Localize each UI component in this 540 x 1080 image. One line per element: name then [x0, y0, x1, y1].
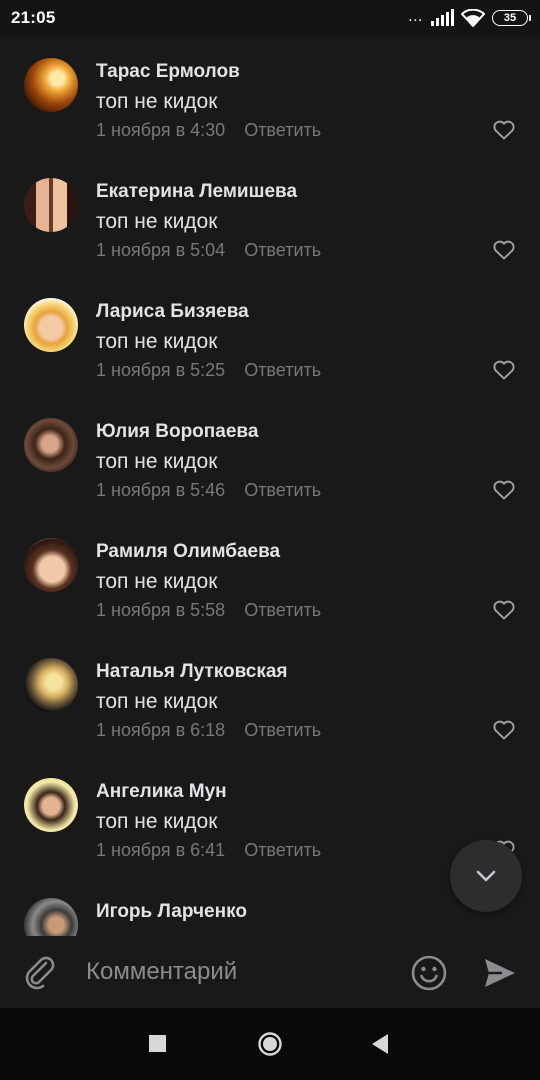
reply-button[interactable]: Ответить	[244, 240, 321, 261]
comment-meta: 1 ноября в 5:04 Ответить	[96, 240, 321, 261]
heart-icon[interactable]	[492, 718, 516, 742]
comment-author[interactable]: Игорь Ларченко	[96, 901, 247, 923]
comment-author[interactable]: Ангелика Мун	[96, 781, 227, 803]
comment-text: топ не кидок	[96, 570, 218, 593]
home-icon[interactable]	[256, 1031, 284, 1057]
comment-input[interactable]	[86, 952, 386, 992]
avatar[interactable]	[24, 178, 78, 232]
comment-author[interactable]: Наталья Лутковская	[96, 661, 288, 683]
comment-text: топ не кидок	[96, 210, 218, 233]
heart-icon[interactable]	[492, 118, 516, 142]
reply-button[interactable]: Ответить	[244, 360, 321, 381]
status-bar: 21:05 ... 35	[0, 0, 540, 36]
reply-button[interactable]: Ответить	[244, 720, 321, 741]
comment-meta: 1 ноября в 6:41 Ответить	[96, 840, 321, 861]
heart-icon[interactable]	[492, 598, 516, 622]
reply-button[interactable]: Ответить	[244, 840, 321, 861]
heart-icon[interactable]	[492, 478, 516, 502]
comment-date: 1 ноября в 4:30	[96, 120, 226, 140]
comment-text: топ не кидок	[96, 810, 218, 833]
comment-date: 1 ноября в 5:04	[96, 240, 226, 260]
status-icons: ... 35	[408, 8, 531, 27]
avatar[interactable]	[24, 778, 78, 832]
comment-meta: 1 ноября в 5:46 Ответить	[96, 480, 321, 501]
comment-item: Наталья Лутковская топ не кидок 1 ноября…	[0, 636, 540, 756]
send-icon[interactable]	[482, 955, 518, 991]
comment-text: топ не кидок	[96, 330, 218, 353]
comment-date: 1 ноября в 5:58	[96, 600, 226, 620]
comment-item: Юлия Воропаева топ не кидок 1 ноября в 5…	[0, 396, 540, 516]
avatar[interactable]	[24, 658, 78, 712]
comment-author[interactable]: Рамиля Олимбаева	[96, 541, 280, 563]
status-dots: ...	[408, 8, 423, 25]
comment-text: топ не кидок	[96, 690, 218, 713]
recent-apps-icon[interactable]	[148, 1031, 168, 1057]
comment-date: 1 ноября в 6:18	[96, 720, 226, 740]
comment-text: топ не кидок	[96, 90, 218, 113]
reply-button[interactable]: Ответить	[244, 480, 321, 501]
comment-item: Лариса Бизяева топ не кидок 1 ноября в 5…	[0, 276, 540, 396]
wifi-icon	[461, 9, 485, 27]
reply-button[interactable]: Ответить	[244, 600, 321, 621]
comment-date: 1 ноября в 5:25	[96, 360, 226, 380]
comment-text: топ не кидок	[96, 450, 218, 473]
battery-icon: 35	[492, 10, 531, 26]
comment-date: 1 ноября в 6:41	[96, 840, 226, 860]
heart-icon[interactable]	[492, 358, 516, 382]
avatar[interactable]	[24, 898, 78, 936]
smile-icon[interactable]	[410, 954, 448, 992]
comment-list[interactable]: Тарас Ермолов топ не кидок 1 ноября в 4:…	[0, 36, 540, 936]
comment-item: Рамиля Олимбаева топ не кидок 1 ноября в…	[0, 516, 540, 636]
back-icon[interactable]	[370, 1031, 390, 1057]
comment-author[interactable]: Тарас Ермолов	[96, 61, 240, 83]
heart-icon[interactable]	[492, 238, 516, 262]
comment-item: Екатерина Лемишева топ не кидок 1 ноября…	[0, 156, 540, 276]
comment-author[interactable]: Юлия Воропаева	[96, 421, 258, 443]
chevron-down-icon	[476, 870, 496, 882]
avatar[interactable]	[24, 418, 78, 472]
paperclip-icon[interactable]	[22, 954, 60, 992]
comment-date: 1 ноября в 5:46	[96, 480, 226, 500]
comment-item: Тарас Ермолов топ не кидок 1 ноября в 4:…	[0, 36, 540, 156]
avatar[interactable]	[24, 298, 78, 352]
reply-button[interactable]: Ответить	[244, 120, 321, 141]
comment-author[interactable]: Екатерина Лемишева	[96, 181, 297, 203]
comment-meta: 1 ноября в 6:18 Ответить	[96, 720, 321, 741]
status-time: 21:05	[11, 8, 56, 27]
signal-icon	[431, 9, 454, 26]
avatar[interactable]	[24, 538, 78, 592]
comment-meta: 1 ноября в 5:25 Ответить	[96, 360, 321, 381]
avatar[interactable]	[24, 58, 78, 112]
comment-author[interactable]: Лариса Бизяева	[96, 301, 249, 323]
comment-composer	[0, 936, 540, 1008]
comment-meta: 1 ноября в 4:30 Ответить	[96, 120, 321, 141]
comment-meta: 1 ноября в 5:58 Ответить	[96, 600, 321, 621]
scroll-down-button[interactable]	[450, 840, 522, 912]
navigation-bar	[0, 1008, 540, 1080]
